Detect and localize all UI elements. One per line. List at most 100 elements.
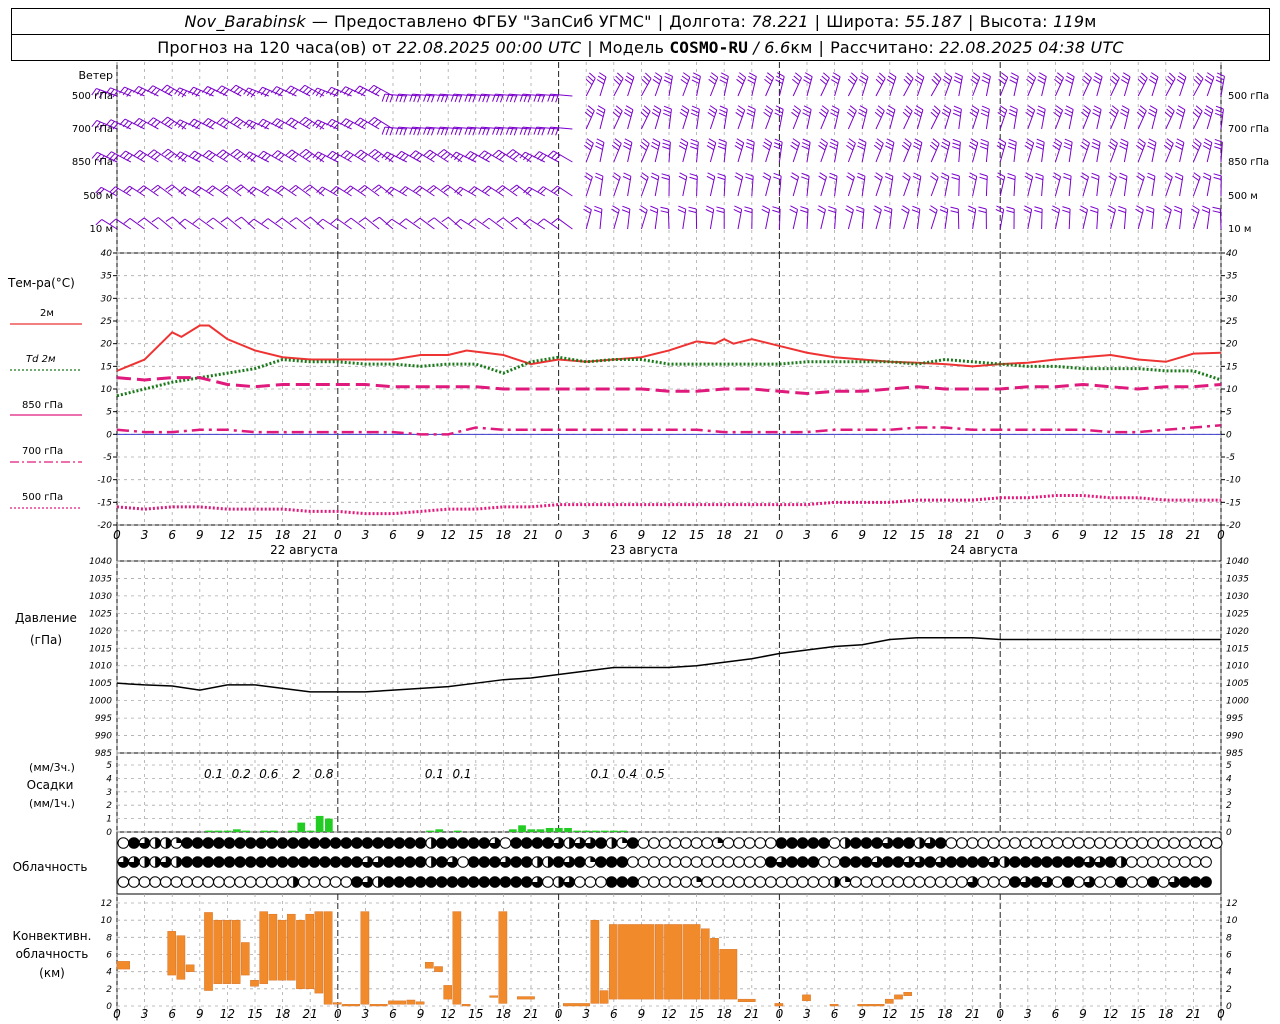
wind-barb: [1024, 205, 1032, 210]
cloud-cover-fill: [234, 837, 246, 849]
wind-barb: [650, 205, 659, 210]
hour-tick-label: 9: [417, 1007, 425, 1021]
wind-barb: [302, 119, 310, 126]
wind-barb: [800, 206, 809, 210]
wind-barb: [968, 205, 976, 210]
wind-barb: [622, 176, 631, 181]
wind-barb: [690, 138, 699, 143]
wind-barb: [1090, 206, 1099, 210]
wind-barb: [1037, 79, 1045, 84]
cloud-cover-symbol: [722, 856, 735, 868]
wind-barb: [281, 217, 297, 230]
wind-barb: [223, 153, 230, 160]
wind-barb: [678, 175, 687, 181]
wind-barb: [168, 153, 175, 160]
conv-tick-label: 12: [101, 899, 113, 909]
cloud-cover-fill: [202, 837, 214, 849]
wind-barb: [375, 153, 382, 160]
wind-barb: [315, 89, 322, 97]
cloud-cover-symbol: [648, 856, 660, 868]
wind-barb: [761, 208, 770, 214]
cloud-cover-fill: [861, 856, 872, 868]
wind-barb: [1219, 208, 1222, 230]
wind-barb: [1148, 138, 1157, 143]
wind-barb: [1063, 172, 1072, 177]
hour-tick-label: 3: [803, 528, 811, 542]
wind-barb: [485, 154, 492, 161]
cloud-cover-fill: [155, 837, 161, 849]
wind-barb: [940, 205, 948, 210]
wind-barb: [792, 108, 800, 115]
cloud-cover-fill: [457, 837, 469, 849]
wind-barb: [371, 151, 379, 158]
wind-barb: [911, 209, 920, 214]
wind-barb: [344, 217, 352, 224]
wind-barb: [902, 205, 910, 211]
wind-barb: [661, 176, 670, 181]
wind-barb: [447, 184, 463, 197]
legend-label-td2m: Td 2м: [26, 354, 56, 365]
cloud-cover-fill: [818, 837, 830, 849]
conv-bar: [388, 1000, 406, 1005]
wind-barb: [1110, 110, 1119, 130]
cloud-cover-symbol: [743, 856, 756, 868]
wind-barb: [1080, 175, 1088, 181]
wind-barb: [154, 153, 161, 160]
wind-barb: [953, 105, 962, 110]
cloud-cover-symbol: [658, 856, 671, 868]
wind-barb: [1065, 79, 1073, 85]
wind-barb: [772, 209, 781, 214]
hour-tick-label: 6: [1052, 1007, 1060, 1021]
wind-barb: [119, 118, 126, 126]
wind-barb: [651, 112, 660, 118]
cloud-cover-fill: [394, 876, 405, 888]
wind-barb: [829, 145, 838, 150]
wind-barb: [1165, 78, 1173, 86]
hour-tick-label: 18: [496, 528, 512, 542]
wind-barb: [945, 72, 953, 78]
wind-barb: [385, 218, 393, 225]
temp-tick-label: 5: [106, 408, 112, 418]
cloud-cover-fill: [256, 837, 267, 849]
cloud-cover-fill: [786, 837, 798, 849]
cloud-cover-fill: [351, 856, 363, 868]
wind-barb: [845, 208, 853, 214]
cloud-cover-fill: [192, 837, 203, 849]
wind-barb: [650, 145, 659, 150]
cloud-cover-symbol: [765, 876, 777, 888]
cloud-cover-symbol: [1125, 837, 1138, 849]
wind-barb: [136, 152, 144, 159]
conv-bar: [369, 1004, 388, 1007]
wind-barb: [1119, 172, 1128, 177]
wind-barb: [662, 142, 671, 147]
cloud-cover-symbol: [297, 876, 310, 888]
wind-barb: [1007, 145, 1016, 150]
wind-barb: [736, 78, 744, 85]
cloud-cover-fill: [882, 856, 893, 868]
wind-barb: [1141, 72, 1148, 79]
wind-barb: [1082, 138, 1090, 144]
precip-bar: [242, 830, 250, 832]
press-tick-label: 1040: [89, 557, 112, 567]
wind-barb: [623, 141, 632, 147]
cloud-cover-fill: [1073, 856, 1084, 868]
wind-barb: [979, 145, 988, 150]
cloud-cover-fill: [1200, 876, 1212, 888]
wind-barb: [257, 118, 264, 126]
wind-barb: [257, 150, 264, 158]
wind-barb: [980, 138, 989, 143]
wind-barb: [664, 76, 673, 81]
wind-barb: [690, 112, 699, 117]
cloud-cover-symbol: [924, 876, 936, 888]
wind-barb: [150, 87, 157, 94]
cloud-cover-symbol: [1041, 837, 1053, 849]
cloud-cover-symbol: [987, 876, 1000, 888]
precip-panel-title: Осадки: [27, 778, 74, 792]
cloud-cover-symbol: [1051, 837, 1064, 849]
wind-barb: [734, 205, 742, 210]
cloud-cover-fill: [1030, 856, 1042, 868]
wind-barb: [615, 105, 623, 112]
wind-barb: [1107, 208, 1115, 214]
wind-barb: [745, 176, 754, 181]
wind-barb: [978, 206, 987, 210]
